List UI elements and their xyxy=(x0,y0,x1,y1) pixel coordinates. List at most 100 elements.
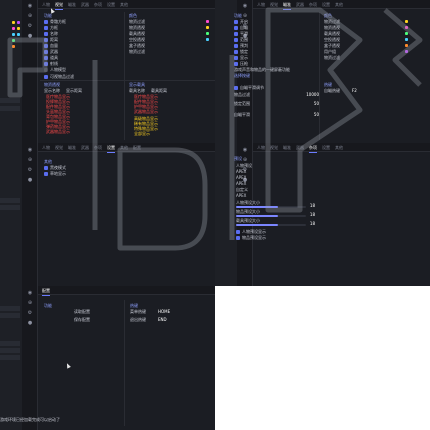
checkbox[interactable] xyxy=(44,26,48,30)
target-icon[interactable]: ⊕ xyxy=(27,158,33,163)
eye-icon[interactable]: ◉ xyxy=(242,148,248,153)
setting-row[interactable]: 物品过滤 xyxy=(234,92,250,98)
color-swatch[interactable] xyxy=(405,50,408,53)
tab-other[interactable]: 其他 xyxy=(120,145,128,151)
tab-visual[interactable]: 视觉 xyxy=(270,2,278,8)
hotkey-value[interactable]: END xyxy=(158,317,167,322)
checkbox[interactable] xyxy=(44,75,48,79)
tab-player[interactable]: 人物 xyxy=(42,2,50,8)
checkbox[interactable] xyxy=(236,236,240,240)
checkbox[interactable] xyxy=(44,50,48,54)
color-swatch[interactable] xyxy=(405,26,408,29)
color-swatch[interactable] xyxy=(12,45,15,48)
tab-misc[interactable]: 杂项 xyxy=(309,145,317,153)
checkbox[interactable] xyxy=(44,44,48,48)
dropdown-option[interactable]: APEX xyxy=(236,193,246,198)
tab-settings[interactable]: 设置 xyxy=(107,2,115,8)
tab-settings[interactable]: 设置 xyxy=(322,145,330,151)
gear-icon[interactable]: ⚙ xyxy=(27,311,33,316)
tab-misc[interactable]: 杂项 xyxy=(94,145,102,151)
checkbox[interactable] xyxy=(44,62,48,66)
checkbox[interactable] xyxy=(44,56,48,60)
target-icon[interactable]: ⊕ xyxy=(27,14,33,19)
tab-visual[interactable]: 视觉 xyxy=(270,145,278,151)
size-slider[interactable] xyxy=(236,206,306,208)
checkbox[interactable] xyxy=(44,166,48,170)
tab-misc[interactable]: 杂项 xyxy=(94,2,102,8)
tab-other[interactable]: 其他 xyxy=(120,2,128,8)
checkbox[interactable] xyxy=(236,230,240,234)
checkbox[interactable] xyxy=(234,50,238,54)
color-swatch[interactable] xyxy=(405,38,408,41)
color-swatch[interactable] xyxy=(12,27,15,30)
color-swatch[interactable] xyxy=(206,20,209,23)
list-item[interactable]: 物资过滤 xyxy=(129,49,145,55)
user-icon[interactable]: ● xyxy=(27,178,33,183)
tab-aim[interactable]: 瞄准 xyxy=(68,2,76,8)
tab-player[interactable]: 人物 xyxy=(42,145,50,151)
target-icon[interactable]: ⊕ xyxy=(27,301,33,306)
eye-icon[interactable]: ◉ xyxy=(27,148,33,153)
tab-settings[interactable]: 设置 xyxy=(107,145,115,153)
tab-visual[interactable]: 视觉 xyxy=(55,2,63,10)
color-swatch[interactable] xyxy=(405,20,408,23)
save-config-button[interactable]: 保存配置 xyxy=(74,317,90,323)
checkbox-row[interactable]: 自瞄平滑调节 xyxy=(234,85,264,91)
checkbox-row[interactable]: 草地显示 xyxy=(44,171,66,177)
checkbox[interactable] xyxy=(234,32,238,36)
dropdown-option[interactable]: APEX xyxy=(236,169,246,174)
tab-config[interactable]: 配置 xyxy=(133,145,141,151)
color-swatch[interactable] xyxy=(206,26,209,29)
checkbox[interactable] xyxy=(44,68,48,72)
user-icon[interactable]: ● xyxy=(27,321,33,326)
eye-icon[interactable]: ◉ xyxy=(27,291,33,296)
color-swatch[interactable] xyxy=(17,21,20,24)
list-item[interactable]: 武器物品显示 xyxy=(46,129,70,135)
size-slider[interactable] xyxy=(236,224,306,226)
tab-weapon[interactable]: 武器 xyxy=(296,2,304,8)
tab-player[interactable]: 人物 xyxy=(257,145,265,151)
tab-other[interactable]: 其他 xyxy=(335,145,343,151)
hotkey-row[interactable]: 自瞄热键 xyxy=(324,88,340,94)
checkbox[interactable] xyxy=(234,20,238,24)
tab-aim[interactable]: 瞄准 xyxy=(68,145,76,151)
checkbox[interactable] xyxy=(234,44,238,48)
checkbox-row[interactable]: 物品预设显示 xyxy=(236,235,266,241)
checkbox[interactable] xyxy=(44,38,48,42)
checkbox[interactable] xyxy=(234,56,238,60)
setting-row[interactable]: 自瞄平滑 xyxy=(234,112,250,118)
checkbox-row[interactable]: 人物模型 xyxy=(44,67,66,73)
tab-weapon[interactable]: 武器 xyxy=(81,145,89,151)
dropdown-option[interactable]: APEX xyxy=(236,175,246,180)
color-swatch[interactable] xyxy=(206,38,209,41)
eye-icon[interactable]: ◉ xyxy=(27,4,33,9)
color-swatch[interactable] xyxy=(12,39,15,42)
color-swatch[interactable] xyxy=(206,32,209,35)
hotkey-row[interactable]: 菜单热键 xyxy=(130,309,146,315)
hotkey-value[interactable]: HOME xyxy=(158,309,170,314)
checkbox[interactable] xyxy=(44,20,48,24)
tab-other[interactable]: 其他 xyxy=(335,2,343,8)
tab-visual[interactable]: 视觉 xyxy=(55,145,63,151)
tab-misc[interactable]: 杂项 xyxy=(309,2,317,8)
eye-icon[interactable]: ◉ xyxy=(242,4,248,9)
hotkey-value[interactable]: F2 xyxy=(352,88,357,93)
dropdown-option[interactable]: APEX xyxy=(236,181,246,186)
size-slider[interactable] xyxy=(236,215,306,217)
tab-weapon[interactable]: 武器 xyxy=(296,145,304,151)
checkbox[interactable] xyxy=(44,172,48,176)
list-item[interactable]: 物资过滤 xyxy=(324,55,340,61)
checkbox[interactable] xyxy=(234,86,238,90)
setting-row[interactable]: 锁定范围 xyxy=(234,101,250,107)
load-config-button[interactable]: 读取配置 xyxy=(74,309,90,315)
tab-settings[interactable]: 设置 xyxy=(322,2,330,8)
color-swatch[interactable] xyxy=(17,27,20,30)
color-swatch[interactable] xyxy=(405,32,408,35)
hotkey-row[interactable]: 退出热键 xyxy=(130,317,146,323)
tab-config[interactable]: 配置 xyxy=(42,288,50,296)
list-item[interactable]: 武器物品显示 xyxy=(134,109,158,115)
color-swatch[interactable] xyxy=(405,44,408,47)
user-icon[interactable]: ● xyxy=(27,34,33,39)
color-swatch[interactable] xyxy=(17,33,20,36)
checkbox[interactable] xyxy=(44,32,48,36)
